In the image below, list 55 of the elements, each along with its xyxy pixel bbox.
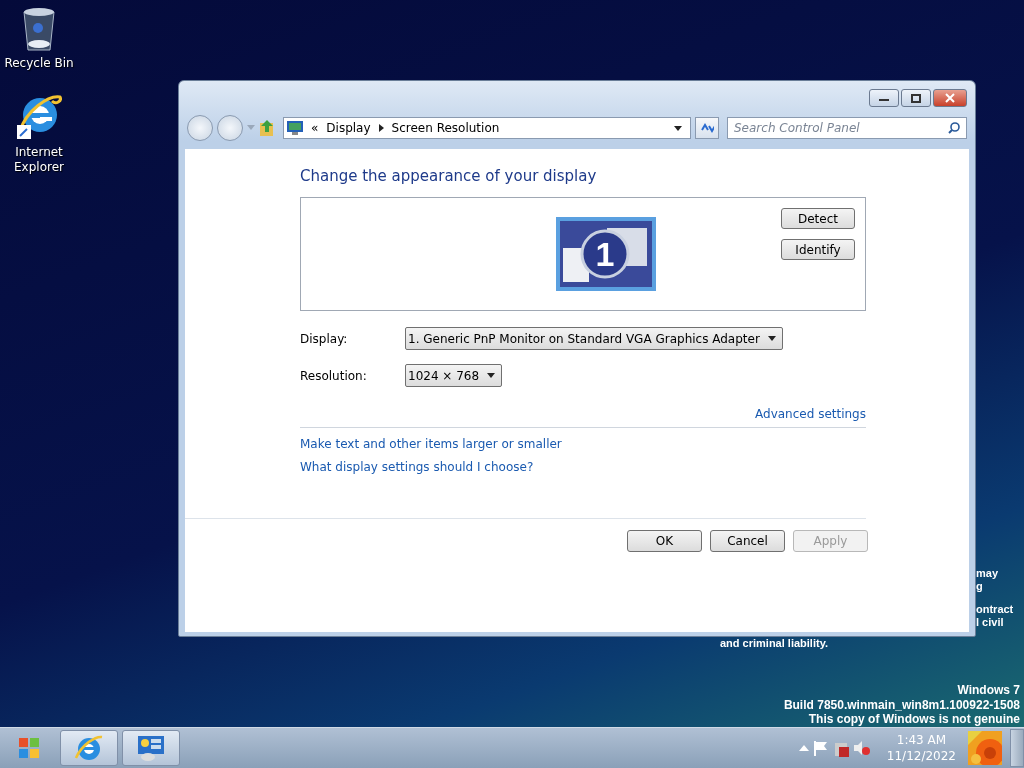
browser-icon — [74, 734, 104, 762]
background-text: g — [976, 580, 984, 593]
chevron-icon[interactable] — [378, 124, 384, 132]
close-icon — [945, 93, 955, 103]
background-text: may — [976, 567, 1000, 580]
breadcrumb-item[interactable]: Display — [326, 121, 371, 135]
control-panel-icon — [136, 734, 166, 762]
monitor-button[interactable]: Detect — [781, 208, 855, 229]
monitor-button[interactable]: Identify — [781, 239, 855, 260]
background-text: ontract — [976, 603, 1014, 616]
dialog-button[interactable]: OK — [627, 530, 702, 552]
search-icon — [948, 122, 960, 134]
caret-icon — [767, 336, 776, 341]
help-link[interactable]: What display settings should I choose? — [300, 460, 534, 474]
desktop-icon-label[interactable]: Internet Explorer — [4, 145, 74, 175]
breadcrumb-item[interactable]: Screen Resolution — [391, 121, 500, 135]
back-button[interactable] — [187, 115, 213, 141]
close-button[interactable] — [933, 89, 967, 107]
monitor-number: 1 — [595, 235, 615, 273]
field-label: Resolution: — [300, 368, 368, 383]
field-label: Display: — [300, 331, 349, 346]
monitor-drawing[interactable]: 1 — [555, 216, 657, 292]
maximize-button[interactable] — [901, 89, 931, 107]
help-link[interactable]: Make text and other items larger or smaller — [300, 437, 562, 451]
up-folder-icon[interactable] — [259, 119, 275, 137]
page-heading: Change the appearance of your display — [300, 167, 598, 185]
desktop-icon-label[interactable]: Recycle Bin — [4, 56, 74, 71]
watermark-text: Build 7850.winmain_win8m1.100922-1508 — [783, 697, 1020, 712]
refresh-button[interactable] — [695, 117, 719, 139]
watermark-text: This copy of Windows is not genuine — [808, 712, 1020, 727]
address-bar[interactable]: « Display Screen Resolution — [283, 117, 691, 139]
forward-button[interactable] — [217, 115, 243, 141]
speaker-muted-icon[interactable] — [852, 740, 871, 756]
breadcrumb-overflow[interactable]: « — [311, 121, 319, 135]
show-desktop-button[interactable] — [1010, 729, 1024, 767]
minimize-button[interactable] — [869, 89, 899, 107]
caret-icon — [487, 373, 496, 378]
taskbar-app-button[interactable] — [60, 730, 118, 766]
refresh-icon — [700, 122, 714, 134]
monitor-icon — [287, 121, 303, 135]
dialog-button[interactable]: Cancel — [710, 530, 785, 552]
show-hidden-icons-icon[interactable] — [798, 745, 809, 751]
background-text: and criminal liability. — [720, 637, 828, 649]
watermark-text: Windows 7 — [957, 683, 1020, 698]
maximize-icon — [911, 93, 921, 103]
windows-logo-icon — [18, 737, 40, 759]
background-text: l civil — [976, 616, 1005, 629]
taskbar-app-button[interactable] — [122, 730, 180, 766]
dropdown[interactable]: 1024 × 768 — [405, 364, 503, 387]
dropdown-icon[interactable] — [674, 125, 682, 131]
advanced-settings-link[interactable]: Advanced settings — [755, 407, 866, 421]
recycle-bin-icon[interactable] — [21, 6, 57, 52]
dropdown[interactable]: 1. Generic PnP Monitor on Standard VGA Graphics Adapter — [405, 327, 783, 350]
flag-icon[interactable] — [812, 740, 829, 756]
search-field[interactable]: Search Control Panel — [727, 117, 967, 139]
